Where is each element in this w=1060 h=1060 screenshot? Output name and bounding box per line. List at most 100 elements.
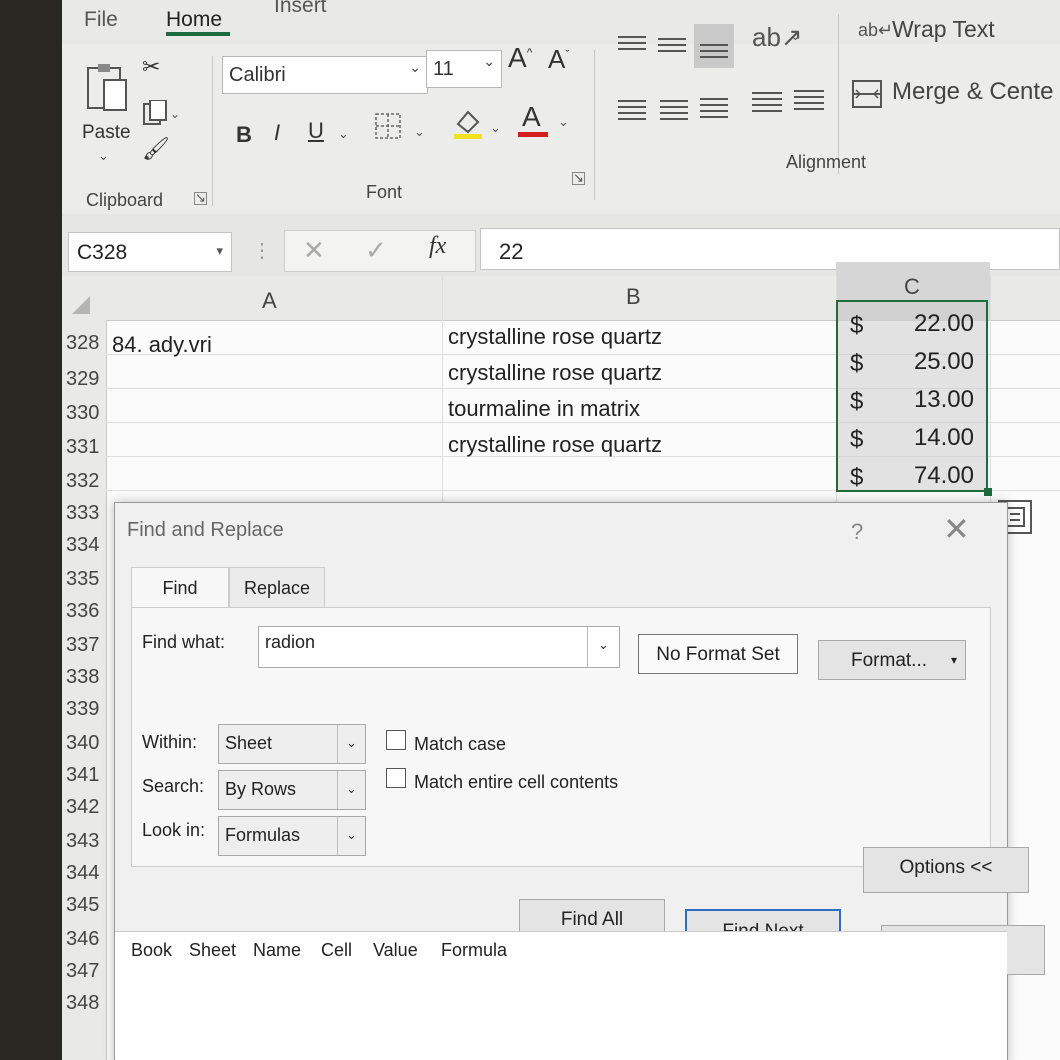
within-select[interactable]: Sheet ⌄	[218, 724, 366, 764]
row-header[interactable]: 331	[66, 436, 106, 459]
no-format-set-button[interactable]: No Format Set	[638, 634, 798, 674]
paste-icon[interactable]	[84, 62, 130, 114]
row-header[interactable]: 334	[66, 534, 106, 557]
align-bottom-icon[interactable]	[700, 44, 728, 62]
row-header[interactable]: 347	[66, 960, 106, 983]
row-header[interactable]: 338	[66, 666, 106, 689]
row-header[interactable]: 345	[66, 894, 106, 917]
row-header[interactable]: 329	[66, 368, 106, 391]
row-header[interactable]: 335	[66, 568, 106, 591]
italic-button[interactable]: I	[274, 120, 280, 146]
chevron-down-icon[interactable]: ⌄	[338, 126, 349, 142]
row-header[interactable]: 336	[66, 600, 106, 623]
results-column-sheet[interactable]: Sheet	[189, 940, 236, 961]
paste-label[interactable]: Paste	[82, 122, 131, 144]
row-header[interactable]: 328	[66, 332, 106, 355]
column-header-a[interactable]: A	[262, 288, 277, 314]
underline-button[interactable]: U	[308, 118, 324, 144]
tab-find[interactable]: Find	[131, 567, 229, 607]
row-header[interactable]: 342	[66, 796, 106, 819]
cell-c328[interactable]: 22.00	[874, 310, 974, 338]
column-header-b[interactable]: B	[626, 284, 641, 310]
results-list[interactable]: Book Sheet Name Cell Value Formula	[115, 931, 1007, 1060]
copy-icon[interactable]: ⌄	[142, 99, 182, 130]
row-header[interactable]: 340	[66, 732, 106, 755]
cell-b331[interactable]: crystalline rose quartz	[448, 432, 662, 458]
search-select[interactable]: By Rows ⌄	[218, 770, 366, 810]
cell-c331[interactable]: 14.00	[874, 424, 974, 452]
align-top-icon[interactable]	[618, 36, 646, 54]
results-column-value[interactable]: Value	[373, 940, 418, 961]
enter-icon[interactable]: ✓	[365, 235, 387, 266]
decrease-font-icon[interactable]: Aˇ	[548, 44, 569, 75]
chevron-down-icon[interactable]: ⌄	[587, 627, 619, 667]
row-header[interactable]: 339	[66, 698, 106, 721]
row-header[interactable]: 343	[66, 830, 106, 853]
chevron-down-icon[interactable]: ⌄	[414, 124, 425, 140]
column-header-c[interactable]: C	[904, 274, 920, 300]
results-column-book[interactable]: Book	[131, 940, 172, 961]
row-header[interactable]: 341	[66, 764, 106, 787]
format-button[interactable]: Format... ▾	[818, 640, 966, 680]
help-button[interactable]: ?	[851, 519, 863, 545]
clipboard-launcher-icon[interactable]: ↘	[194, 191, 207, 205]
increase-font-icon[interactable]: A^	[508, 42, 532, 74]
row-header[interactable]: 337	[66, 634, 106, 657]
font-launcher-icon[interactable]: ↘	[572, 171, 585, 185]
align-center-icon[interactable]	[660, 100, 688, 124]
row-header[interactable]: 346	[66, 928, 106, 951]
font-name-select[interactable]: Calibri ⌄	[222, 56, 428, 94]
align-middle-icon[interactable]	[658, 38, 686, 56]
options-button[interactable]: Options <<	[863, 847, 1029, 893]
cell-c330[interactable]: 13.00	[874, 386, 974, 414]
results-column-formula[interactable]: Formula	[441, 940, 507, 961]
row-header[interactable]: 332	[66, 470, 106, 493]
font-color-icon[interactable]: A	[518, 100, 550, 140]
insert-function-button[interactable]: fx	[429, 233, 446, 260]
tab-home[interactable]: Home	[166, 8, 222, 32]
cell-b328[interactable]: crystalline rose quartz	[448, 324, 662, 350]
decrease-indent-icon[interactable]	[752, 92, 782, 116]
select-all-button[interactable]	[72, 296, 90, 314]
name-box[interactable]: C328 ▾	[68, 232, 232, 272]
results-column-cell[interactable]: Cell	[321, 940, 352, 961]
row-header[interactable]: 348	[66, 992, 106, 1015]
find-what-input[interactable]: radion ⌄	[258, 626, 620, 668]
chevron-down-icon[interactable]: ⌄	[558, 114, 569, 130]
cell-b330[interactable]: tourmaline in matrix	[448, 396, 640, 422]
formula-bar-grip-icon[interactable]: ⋮	[252, 238, 272, 263]
bold-button[interactable]: B	[236, 122, 252, 148]
chevron-down-icon[interactable]: ⌄	[790, 28, 801, 44]
format-painter-icon[interactable]: 🖌	[142, 136, 170, 162]
merge-center-icon[interactable]	[852, 80, 882, 108]
match-case-checkbox[interactable]	[386, 730, 406, 750]
cell-a328[interactable]: 84. ady.vri	[112, 332, 212, 358]
cell-b329[interactable]: crystalline rose quartz	[448, 360, 662, 386]
results-column-name[interactable]: Name	[253, 940, 301, 961]
wrap-text-icon[interactable]: ab↵	[858, 20, 893, 41]
tab-insert[interactable]: Insert	[274, 0, 327, 18]
paste-dropdown-icon[interactable]: ⌄	[98, 148, 109, 164]
cut-icon[interactable]: ✂	[142, 54, 160, 80]
align-left-icon[interactable]	[618, 100, 646, 124]
wrap-text-button[interactable]: Wrap Text	[892, 16, 995, 43]
chevron-down-icon[interactable]: ⌄	[490, 120, 501, 136]
tab-replace[interactable]: Replace	[229, 567, 325, 607]
fill-handle[interactable]	[984, 488, 992, 496]
look-in-select[interactable]: Formulas ⌄	[218, 816, 366, 856]
row-header[interactable]: 344	[66, 862, 106, 885]
match-entire-checkbox[interactable]	[386, 768, 406, 788]
row-header[interactable]: 330	[66, 402, 106, 425]
merge-center-button[interactable]: Merge & Cente	[892, 78, 1053, 106]
cell-c332[interactable]: 74.00	[874, 462, 974, 490]
fill-color-icon[interactable]	[452, 106, 484, 140]
cell-c329[interactable]: 25.00	[874, 348, 974, 376]
cancel-icon[interactable]: ✕	[303, 235, 325, 266]
borders-icon[interactable]	[374, 112, 404, 142]
font-size-select[interactable]: 11 ⌄	[426, 50, 502, 88]
tab-file[interactable]: File	[84, 8, 118, 32]
row-header[interactable]: 333	[66, 502, 106, 525]
close-icon[interactable]: ✕	[943, 513, 970, 545]
increase-indent-icon[interactable]	[794, 90, 824, 114]
align-right-icon[interactable]	[700, 98, 728, 122]
